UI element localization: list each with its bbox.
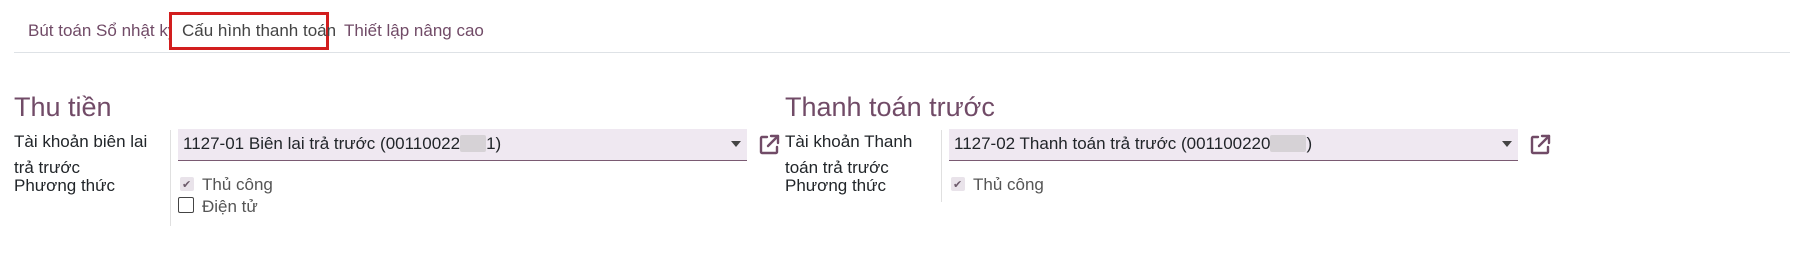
pay-method-manual[interactable]: Thủ công bbox=[951, 174, 1044, 196]
separator bbox=[941, 130, 942, 202]
caret-down-icon[interactable] bbox=[1502, 141, 1512, 147]
label-receive-method: Phương thức bbox=[14, 176, 116, 195]
tab-payment-configuration[interactable]: Cấu hình thanh toán bbox=[169, 12, 336, 50]
receive-account-value: 1127-01 Biên lai trả trước (00110022 1) bbox=[183, 134, 502, 153]
receive-account-select[interactable]: 1127-01 Biên lai trả trước (00110022 1) bbox=[178, 129, 747, 161]
caret-down-icon[interactable] bbox=[731, 141, 741, 147]
tab-journal-entries[interactable]: Bút toán Sổ nhật ký bbox=[14, 12, 190, 50]
label-pay-account-line1: Tài khoản Thanh bbox=[785, 132, 913, 151]
redacted-blur bbox=[460, 135, 487, 152]
checkbox-checked[interactable] bbox=[180, 174, 194, 196]
separator bbox=[170, 130, 171, 226]
label-pay-method: Phương thức bbox=[785, 176, 887, 195]
external-link-icon[interactable] bbox=[757, 133, 781, 157]
checkbox-unchecked[interactable] bbox=[178, 197, 194, 213]
checkbox-checked[interactable] bbox=[951, 174, 965, 196]
tab-advanced-settings[interactable]: Thiết lập nâng cao bbox=[330, 12, 498, 50]
pay-account-value: 1127-02 Thanh toán trả trước (001100220) bbox=[954, 134, 1313, 153]
external-link-icon[interactable] bbox=[1528, 133, 1552, 157]
notebook-tabs: Bút toán Sổ nhật ký Cấu hình thanh toán … bbox=[14, 12, 1790, 53]
section-title-receive: Thu tiền bbox=[14, 92, 112, 122]
label-receive-account-line1: Tài khoản biên lai bbox=[14, 132, 148, 151]
redacted-blur bbox=[1270, 135, 1307, 152]
pay-account-select[interactable]: 1127-02 Thanh toán trả trước (001100220) bbox=[949, 129, 1518, 161]
section-title-pay: Thanh toán trước bbox=[785, 92, 995, 122]
receive-method-electronic[interactable]: Điện tử bbox=[178, 196, 258, 218]
receive-method-manual[interactable]: Thủ công bbox=[180, 174, 273, 196]
